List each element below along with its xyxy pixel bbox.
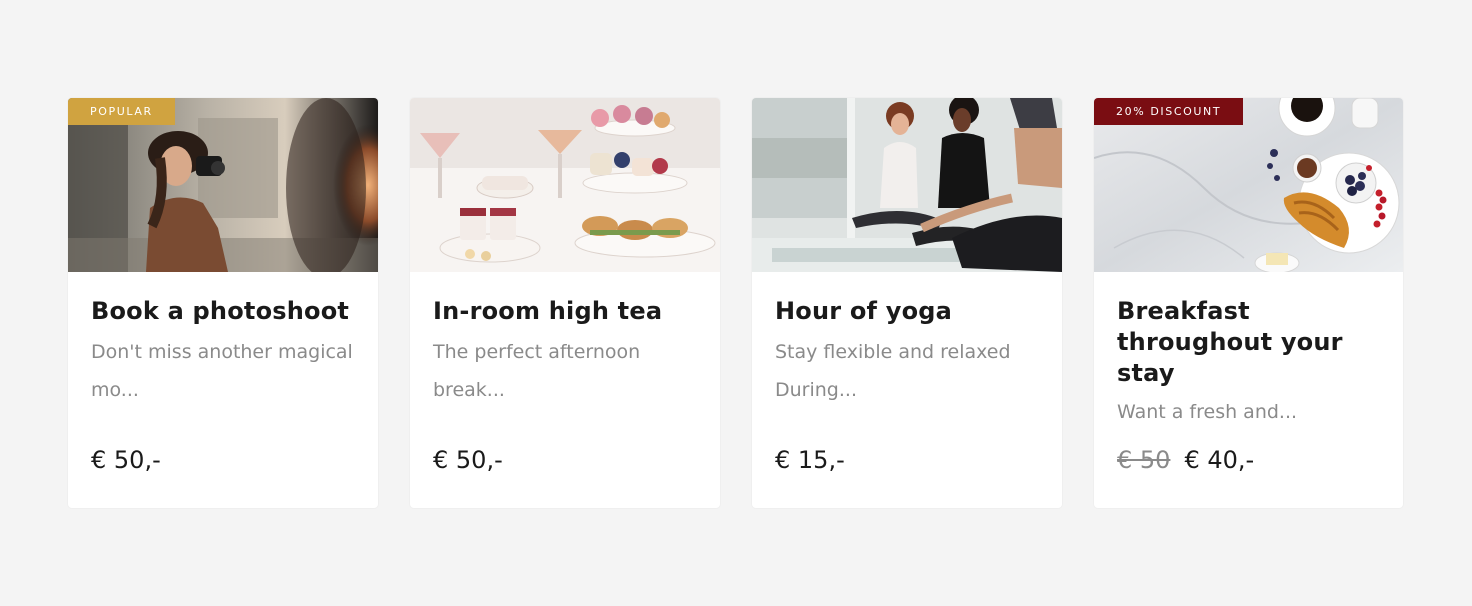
card-description: The perfect afternoon break... — [433, 341, 641, 401]
card-price: € 50,- — [91, 446, 161, 474]
card-title: Hour of yoga — [775, 297, 953, 325]
card-title: Book a photoshoot — [91, 297, 350, 325]
card-price: € 50,- — [433, 446, 503, 474]
yoga-image — [752, 98, 1062, 272]
card-price: € 50 € 40,- — [1117, 446, 1254, 474]
card-photoshoot[interactable]: POPULAR Book a photoshoot Don't miss ano… — [68, 98, 378, 508]
popular-badge: POPULAR — [68, 98, 175, 125]
service-cards-row: POPULAR Book a photoshoot Don't miss ano… — [68, 98, 1403, 508]
breakfast-image: 20% DISCOUNT — [1094, 98, 1403, 272]
old-price: € 50 — [1117, 446, 1171, 474]
card-yoga[interactable]: Hour of yoga Stay flexible and relaxed D… — [752, 98, 1062, 508]
price-value: € 15,- — [775, 446, 845, 474]
discount-badge: 20% DISCOUNT — [1094, 98, 1244, 125]
card-price: € 15,- — [775, 446, 845, 474]
card-breakfast[interactable]: 20% DISCOUNT Breakfast throughout your s… — [1094, 98, 1403, 508]
card-title: Breakfast throughout your stay — [1117, 297, 1343, 387]
price-value: € 40,- — [1184, 446, 1255, 474]
card-description: Don't miss another magical mo... — [91, 341, 353, 401]
photographer-image: POPULAR — [68, 98, 378, 272]
high-tea-image — [410, 98, 720, 272]
card-high-tea[interactable]: In-room high tea The perfect afternoon b… — [410, 98, 720, 508]
price-value: € 50,- — [91, 446, 161, 474]
card-description: Stay flexible and relaxed During... — [775, 341, 1011, 401]
card-title: In-room high tea — [433, 297, 663, 325]
price-value: € 50,- — [433, 446, 503, 474]
card-description: Want a fresh and... — [1117, 401, 1298, 423]
